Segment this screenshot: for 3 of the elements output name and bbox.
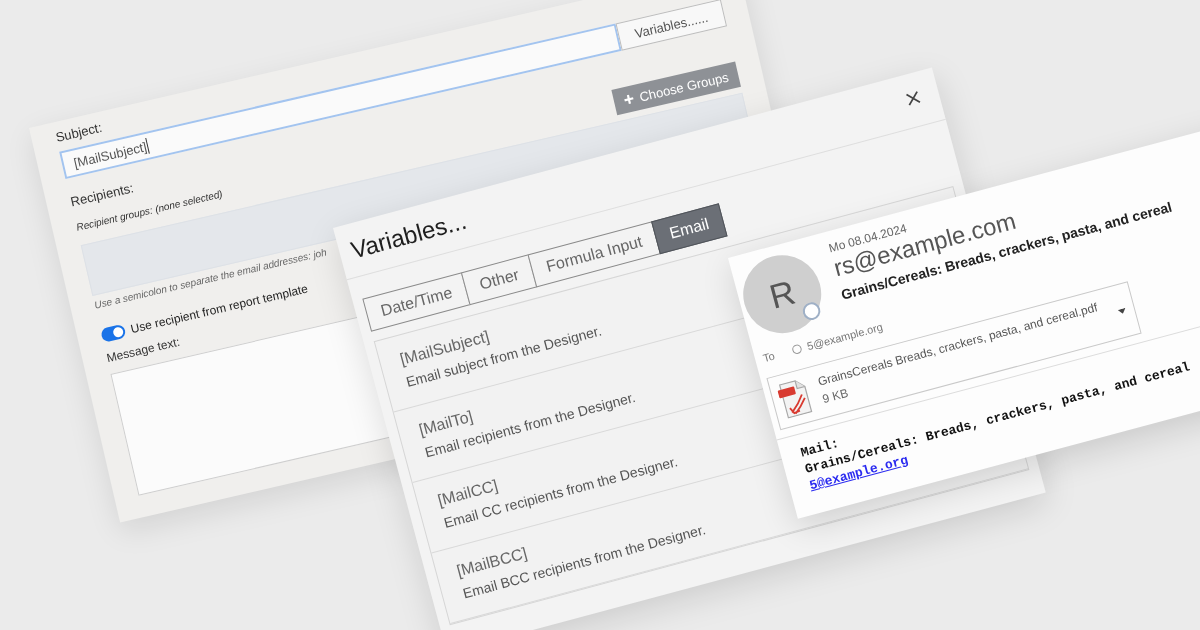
recipients-label: Recipients: [69,180,136,210]
message-label: Message text: [105,333,182,367]
attachment-size: 9 KB [820,385,850,407]
